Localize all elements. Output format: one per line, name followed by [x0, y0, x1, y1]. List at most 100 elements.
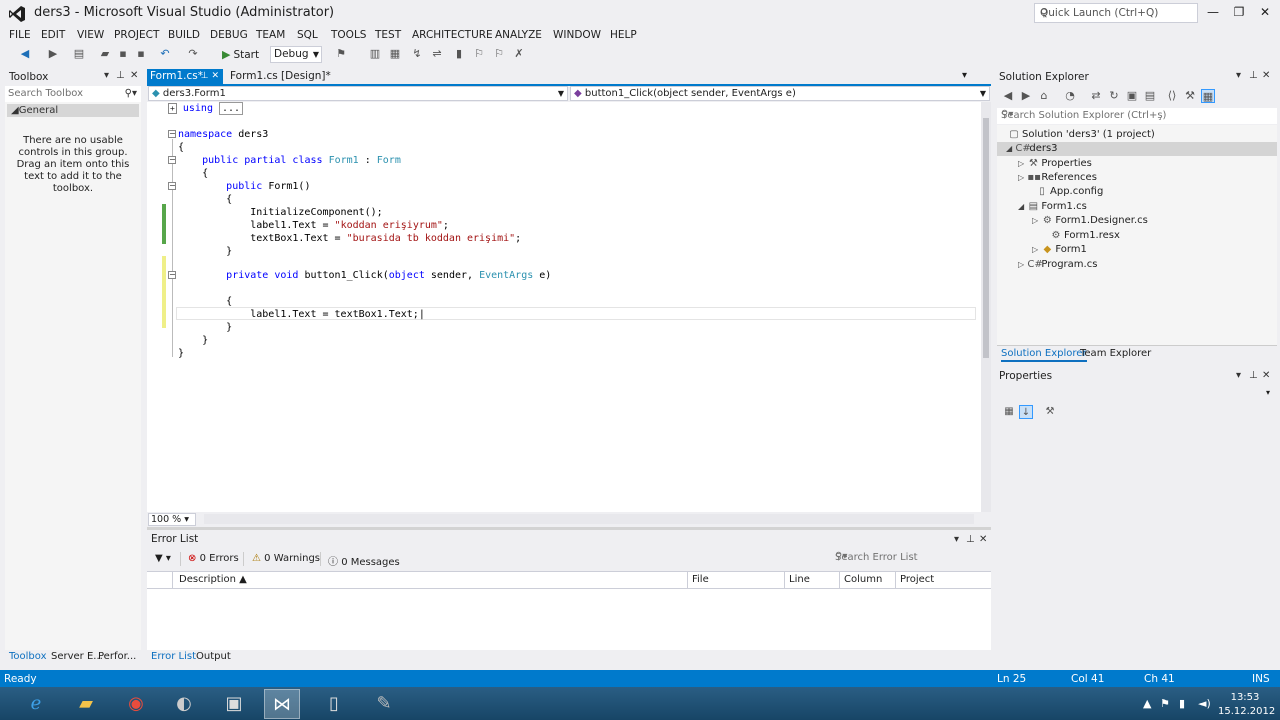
refresh-icon[interactable]: ↻ [1107, 89, 1121, 103]
start-debug-button[interactable]: ▶ Start [222, 46, 259, 64]
bookmark-next-icon[interactable]: ⚐ [492, 47, 506, 61]
categorized-icon[interactable]: ▦ [1002, 405, 1016, 419]
using-directives-collapsed[interactable]: + using ... [168, 102, 244, 115]
clock-date[interactable]: 15.12.2012 [1218, 706, 1275, 717]
property-pages-icon[interactable]: ⚒ [1043, 405, 1057, 419]
menu-test[interactable]: TEST [375, 26, 401, 44]
editor-horizontal-scrollbar[interactable] [204, 514, 974, 524]
undo-icon[interactable]: ↶ [158, 47, 172, 61]
clock-time[interactable]: 13:53 [1225, 692, 1265, 703]
home-icon[interactable]: ⌂ [1037, 89, 1051, 103]
close-icon[interactable]: ✕ [130, 70, 138, 81]
pin-icon[interactable]: ⊥ [116, 70, 125, 81]
toolbox-group-general[interactable]: ◢General [7, 104, 139, 117]
tab-server-explorer[interactable]: Server E... [51, 651, 103, 662]
pane-menu-icon[interactable]: ▾ [954, 534, 959, 545]
tree-item-form1-designer[interactable]: ▷ ⚙ Form1.Designer.cs [1032, 214, 1148, 228]
find-icon[interactable]: ⚑ [334, 47, 348, 61]
chrome-icon[interactable]: ◉ [118, 689, 154, 719]
column-line[interactable]: Line [789, 574, 810, 585]
tree-item-form1-cs[interactable]: ◢ ▤ Form1.cs [1018, 200, 1087, 214]
zoom-select[interactable]: 100 % ▾ [148, 513, 196, 526]
tab-toolbox[interactable]: Toolbox [9, 651, 47, 662]
recorder-app-icon[interactable]: ▣ [216, 689, 252, 719]
menu-debug[interactable]: DEBUG [210, 26, 248, 44]
tree-item-project[interactable]: ◢ C#ders3 [1006, 142, 1058, 156]
tab-performance[interactable]: Perfor... [98, 651, 136, 662]
tab-overflow-icon[interactable]: ▾ [962, 70, 967, 81]
close-button[interactable]: ✕ [1252, 3, 1278, 21]
document-app-icon[interactable]: ▯ [316, 689, 352, 719]
fold-toggle-icon[interactable]: − [168, 271, 176, 279]
close-icon[interactable]: ✕ [979, 534, 987, 545]
view-code-icon[interactable]: ⟨⟩ [1165, 89, 1179, 103]
menu-window[interactable]: WINDOW [553, 26, 601, 44]
action-center-icon[interactable]: ⚑ [1160, 697, 1170, 710]
open-file-icon[interactable]: ▰ [98, 47, 112, 61]
column-description[interactable]: Description ▲ [179, 574, 247, 585]
close-icon[interactable]: ✕ [1262, 70, 1270, 81]
minimize-button[interactable]: — [1200, 3, 1226, 21]
media-player-icon[interactable]: ◐ [166, 689, 202, 719]
tree-item-properties[interactable]: ▷ ⚒ Properties [1018, 157, 1092, 171]
object-selector-chevron-icon[interactable]: ▾ [1266, 388, 1270, 397]
tree-item-form1-resx[interactable]: ⚙ Form1.resx [1050, 229, 1120, 243]
quick-launch-input[interactable]: Quick Launch (Ctrl+Q) ⚲ [1034, 3, 1198, 23]
tab-output[interactable]: Output [196, 651, 231, 662]
bookmark-prev-icon[interactable]: ⚐ [472, 47, 486, 61]
align-left-icon[interactable]: ▥ [368, 47, 382, 61]
pane-menu-icon[interactable]: ▾ [1236, 70, 1241, 81]
tree-item-program-cs[interactable]: ▷ C#Program.cs [1018, 258, 1097, 272]
solution-configuration-select[interactable]: Debug ▼ [270, 46, 322, 63]
column-file[interactable]: File [692, 574, 709, 585]
alphabetical-icon[interactable]: ↓ [1019, 405, 1033, 419]
back-icon[interactable]: ◀ [1001, 89, 1015, 103]
pane-menu-icon[interactable]: ▾ [104, 70, 109, 81]
tab-form1-cs[interactable]: Form1.cs* ⊥ ✕ [147, 69, 223, 84]
pending-changes-icon[interactable]: ◔ [1063, 89, 1077, 103]
new-project-icon[interactable]: ▤ [72, 47, 86, 61]
bookmark-toggle-icon[interactable]: ▮ [452, 47, 466, 61]
filter-icon[interactable]: ▼ ▾ [155, 553, 171, 564]
messages-filter-button[interactable]: ⓘ 0 Messages [328, 553, 400, 568]
menu-edit[interactable]: EDIT [41, 26, 65, 44]
member-navigation-select[interactable]: ◆ button1_Click(object sender, EventArgs… [570, 86, 990, 101]
sync-icon[interactable]: ⇄ [1089, 89, 1103, 103]
visual-studio-logo-icon[interactable] [8, 5, 26, 23]
tab-team-explorer[interactable]: Team Explorer [1080, 348, 1151, 359]
forward-icon[interactable]: ▶ [1019, 89, 1033, 103]
visual-studio-taskbar-icon[interactable]: ⋈ [264, 689, 300, 719]
close-icon[interactable]: ✕ [1262, 370, 1270, 381]
bookmark-icon[interactable]: ⇌ [430, 47, 444, 61]
restore-button[interactable]: ❐ [1226, 3, 1252, 21]
menu-file[interactable]: FILE [9, 26, 31, 44]
tool-app-icon[interactable]: ✎ [366, 689, 402, 719]
tab-solution-explorer[interactable]: Solution Explorer [1001, 348, 1087, 362]
tree-item-app-config[interactable]: ▯ App.config [1036, 185, 1103, 199]
tree-item-form1-class[interactable]: ▷ ◆ Form1 [1032, 243, 1087, 257]
network-icon[interactable]: ▮ [1179, 697, 1185, 710]
toolbox-search-input[interactable]: Search Toolbox ⚲▾ [5, 86, 141, 102]
errors-filter-button[interactable]: ⊗ 0 Errors [188, 553, 239, 564]
warnings-filter-button[interactable]: ⚠ 0 Warnings [252, 553, 320, 564]
menu-help[interactable]: HELP [610, 26, 637, 44]
pin-icon[interactable]: ⊥ [1249, 70, 1258, 81]
file-explorer-icon[interactable]: ▰ [68, 689, 104, 719]
properties-icon[interactable]: ⚒ [1183, 89, 1197, 103]
menu-project[interactable]: PROJECT [114, 26, 159, 44]
fold-toggle-icon[interactable]: − [168, 156, 176, 164]
column-column[interactable]: Column [844, 574, 882, 585]
menu-analyze[interactable]: ANALYZE [495, 26, 542, 44]
fold-toggle-icon[interactable]: − [168, 182, 176, 190]
tree-item-references[interactable]: ▷ ▪▪References [1018, 171, 1097, 185]
menu-tools[interactable]: TOOLS [331, 26, 366, 44]
internet-explorer-icon[interactable]: ℯ [18, 689, 54, 719]
tree-item-solution[interactable]: ▢ Solution 'ders3' (1 project) [1008, 128, 1155, 142]
show-all-files-icon[interactable]: ▤ [1143, 89, 1157, 103]
forward-icon[interactable]: ▶ [46, 47, 60, 61]
menu-architecture[interactable]: ARCHITECTURE [412, 26, 493, 44]
save-all-icon[interactable]: ▪ [134, 47, 148, 61]
bookmark-clear-icon[interactable]: ✗ [512, 47, 526, 61]
tab-form1-design[interactable]: Form1.cs [Design]* [230, 69, 331, 84]
menu-build[interactable]: BUILD [168, 26, 200, 44]
